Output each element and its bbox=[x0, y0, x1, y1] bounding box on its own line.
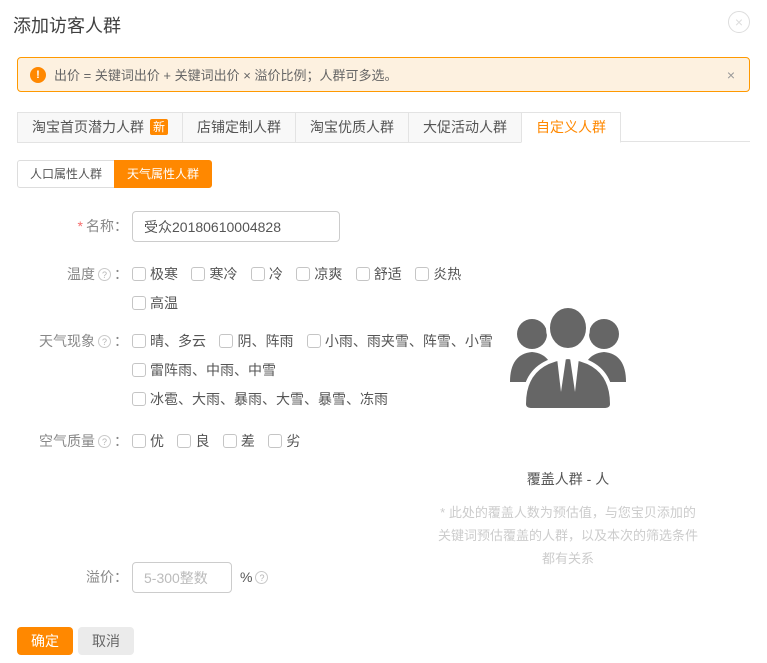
checkbox[interactable] bbox=[132, 434, 146, 448]
checkbox[interactable] bbox=[307, 334, 321, 348]
checkbox-label: 优 bbox=[150, 433, 164, 449]
add-visitor-audience-dialog: 添加访客人群 × ! 出价 = 关键词出价 + 关键词出价 × 溢价比例；人群可… bbox=[0, 0, 767, 663]
checkbox[interactable] bbox=[268, 434, 282, 448]
checkbox-label: 炎热 bbox=[433, 266, 461, 282]
bid-formula-notice: ! 出价 = 关键词出价 + 关键词出价 × 溢价比例；人群可多选。 × bbox=[17, 57, 750, 92]
custom-audience-subtabs: 人口属性人群 天气属性人群 bbox=[17, 160, 212, 188]
checkbox-label: 雷阵雨、中雨、中雪 bbox=[150, 362, 276, 378]
coverage-note-line: * 此处的覆盖人数为预估值，与您宝贝添加的 bbox=[433, 501, 703, 524]
checkbox-option[interactable]: 极寒 bbox=[132, 260, 178, 289]
tab-label: 淘宝优质人群 bbox=[310, 119, 394, 135]
checkbox[interactable] bbox=[191, 267, 205, 281]
tab-taobao-quality[interactable]: 淘宝优质人群 bbox=[295, 112, 409, 143]
help-icon[interactable]: ? bbox=[98, 435, 111, 448]
checkbox-option[interactable]: 冰雹、大雨、暴雨、大雪、暴雪、冻雨 bbox=[132, 385, 388, 414]
dialog-close-icon[interactable]: × bbox=[728, 11, 750, 33]
tab-custom-audience[interactable]: 自定义人群 bbox=[521, 112, 621, 143]
tab-label: 淘宝首页潜力人群 bbox=[32, 119, 144, 135]
checkbox-label: 差 bbox=[241, 433, 255, 449]
checkbox-label: 良 bbox=[195, 433, 209, 449]
coverage-note-line: 都有关系 bbox=[433, 547, 703, 570]
checkbox-option[interactable]: 炎热 bbox=[415, 260, 461, 289]
checkbox[interactable] bbox=[251, 267, 265, 281]
tab-label: 自定义人群 bbox=[536, 119, 606, 135]
premium-row: 溢价： % ? bbox=[0, 562, 271, 593]
checkbox-option[interactable]: 阴、阵雨 bbox=[219, 327, 293, 356]
checkbox-label: 高温 bbox=[150, 295, 178, 311]
required-asterisk: * bbox=[78, 218, 83, 234]
checkbox-option[interactable]: 差 bbox=[223, 427, 255, 456]
checkbox[interactable] bbox=[132, 392, 146, 406]
tab-taobao-home-potential[interactable]: 淘宝首页潜力人群新 bbox=[17, 112, 183, 143]
checkbox[interactable] bbox=[132, 363, 146, 377]
checkbox-option[interactable]: 舒适 bbox=[356, 260, 402, 289]
coverage-caption: 覆盖人群 - 人 bbox=[433, 469, 703, 489]
checkbox-option[interactable]: 良 bbox=[177, 427, 209, 456]
coverage-note: * 此处的覆盖人数为预估值，与您宝贝添加的 关键词预估覆盖的人群，以及本次的筛选… bbox=[433, 501, 703, 570]
confirm-button[interactable]: 确定 bbox=[17, 627, 73, 655]
checkbox[interactable] bbox=[132, 296, 146, 310]
subtab-weather[interactable]: 天气属性人群 bbox=[114, 160, 212, 188]
weather-row: 天气现象?： 晴、多云 阴、阵雨 小雨、雨夹雪、阵雪、小雪 雷阵雨、中雨、中雪 … bbox=[0, 327, 502, 414]
notice-text: 出价 = 关键词出价 + 关键词出价 × 溢价比例；人群可多选。 bbox=[54, 65, 397, 84]
audience-group-icon bbox=[504, 300, 632, 418]
help-icon[interactable]: ? bbox=[255, 571, 268, 584]
checkbox-label: 晴、多云 bbox=[150, 333, 206, 349]
checkbox-option[interactable]: 劣 bbox=[268, 427, 300, 456]
checkbox-option[interactable]: 冷 bbox=[251, 260, 283, 289]
alert-icon: ! bbox=[30, 67, 46, 83]
checkbox-label: 劣 bbox=[286, 433, 300, 449]
percent-unit: % bbox=[240, 562, 252, 593]
name-field-row: *名称： bbox=[0, 211, 340, 242]
coverage-note-line: 关键词预估覆盖的人群，以及本次的筛选条件 bbox=[433, 524, 703, 547]
help-icon[interactable]: ? bbox=[98, 268, 111, 281]
tab-promo-activity[interactable]: 大促活动人群 bbox=[408, 112, 522, 143]
checkbox[interactable] bbox=[132, 267, 146, 281]
checkbox[interactable] bbox=[219, 334, 233, 348]
checkbox[interactable] bbox=[296, 267, 310, 281]
tab-label: 大促活动人群 bbox=[423, 119, 507, 135]
checkbox[interactable] bbox=[356, 267, 370, 281]
checkbox-option[interactable]: 优 bbox=[132, 427, 164, 456]
new-badge: 新 bbox=[150, 119, 168, 135]
checkbox[interactable] bbox=[177, 434, 191, 448]
tab-label: 店铺定制人群 bbox=[197, 119, 281, 135]
checkbox-option[interactable]: 寒冷 bbox=[191, 260, 237, 289]
coverage-panel: 覆盖人群 - 人 * 此处的覆盖人数为预估值，与您宝贝添加的 关键词预估覆盖的人… bbox=[433, 300, 703, 570]
temperature-label: 温度?： bbox=[0, 260, 128, 318]
checkbox-option[interactable]: 凉爽 bbox=[296, 260, 342, 289]
checkbox-label: 极寒 bbox=[150, 266, 178, 282]
checkbox-option[interactable]: 晴、多云 bbox=[132, 327, 206, 356]
checkbox-label: 阴、阵雨 bbox=[237, 333, 293, 349]
notice-close-icon[interactable]: × bbox=[725, 67, 737, 83]
cancel-button[interactable]: 取消 bbox=[78, 627, 134, 655]
air-quality-label: 空气质量?： bbox=[0, 427, 128, 456]
checkbox-option[interactable]: 高温 bbox=[132, 289, 178, 318]
air-quality-row: 空气质量?： 优 良 差 劣 bbox=[0, 427, 309, 456]
checkbox[interactable] bbox=[132, 334, 146, 348]
checkbox-label: 凉爽 bbox=[314, 266, 342, 282]
name-label: *名称： bbox=[0, 211, 128, 242]
checkbox-label: 寒冷 bbox=[209, 266, 237, 282]
checkbox-label: 舒适 bbox=[374, 266, 402, 282]
subtab-demographic[interactable]: 人口属性人群 bbox=[17, 160, 115, 188]
premium-input[interactable] bbox=[132, 562, 232, 593]
checkbox-label: 冷 bbox=[269, 266, 283, 282]
checkbox-label: 冰雹、大雨、暴雨、大雪、暴雪、冻雨 bbox=[150, 391, 388, 407]
checkbox-option[interactable]: 雷阵雨、中雨、中雪 bbox=[132, 356, 276, 385]
premium-label: 溢价： bbox=[0, 562, 128, 593]
dialog-title: 添加访客人群 bbox=[13, 12, 121, 38]
checkbox[interactable] bbox=[223, 434, 237, 448]
tab-shop-custom[interactable]: 店铺定制人群 bbox=[182, 112, 296, 143]
weather-label: 天气现象?： bbox=[0, 327, 128, 414]
temperature-row: 温度?： 极寒 寒冷 冷 凉爽 舒适 炎热 高温 bbox=[0, 260, 470, 318]
help-icon[interactable]: ? bbox=[98, 335, 111, 348]
audience-tabs: 淘宝首页潜力人群新 店铺定制人群 淘宝优质人群 大促活动人群 自定义人群 bbox=[17, 112, 750, 142]
checkbox[interactable] bbox=[415, 267, 429, 281]
audience-name-input[interactable] bbox=[132, 211, 340, 242]
